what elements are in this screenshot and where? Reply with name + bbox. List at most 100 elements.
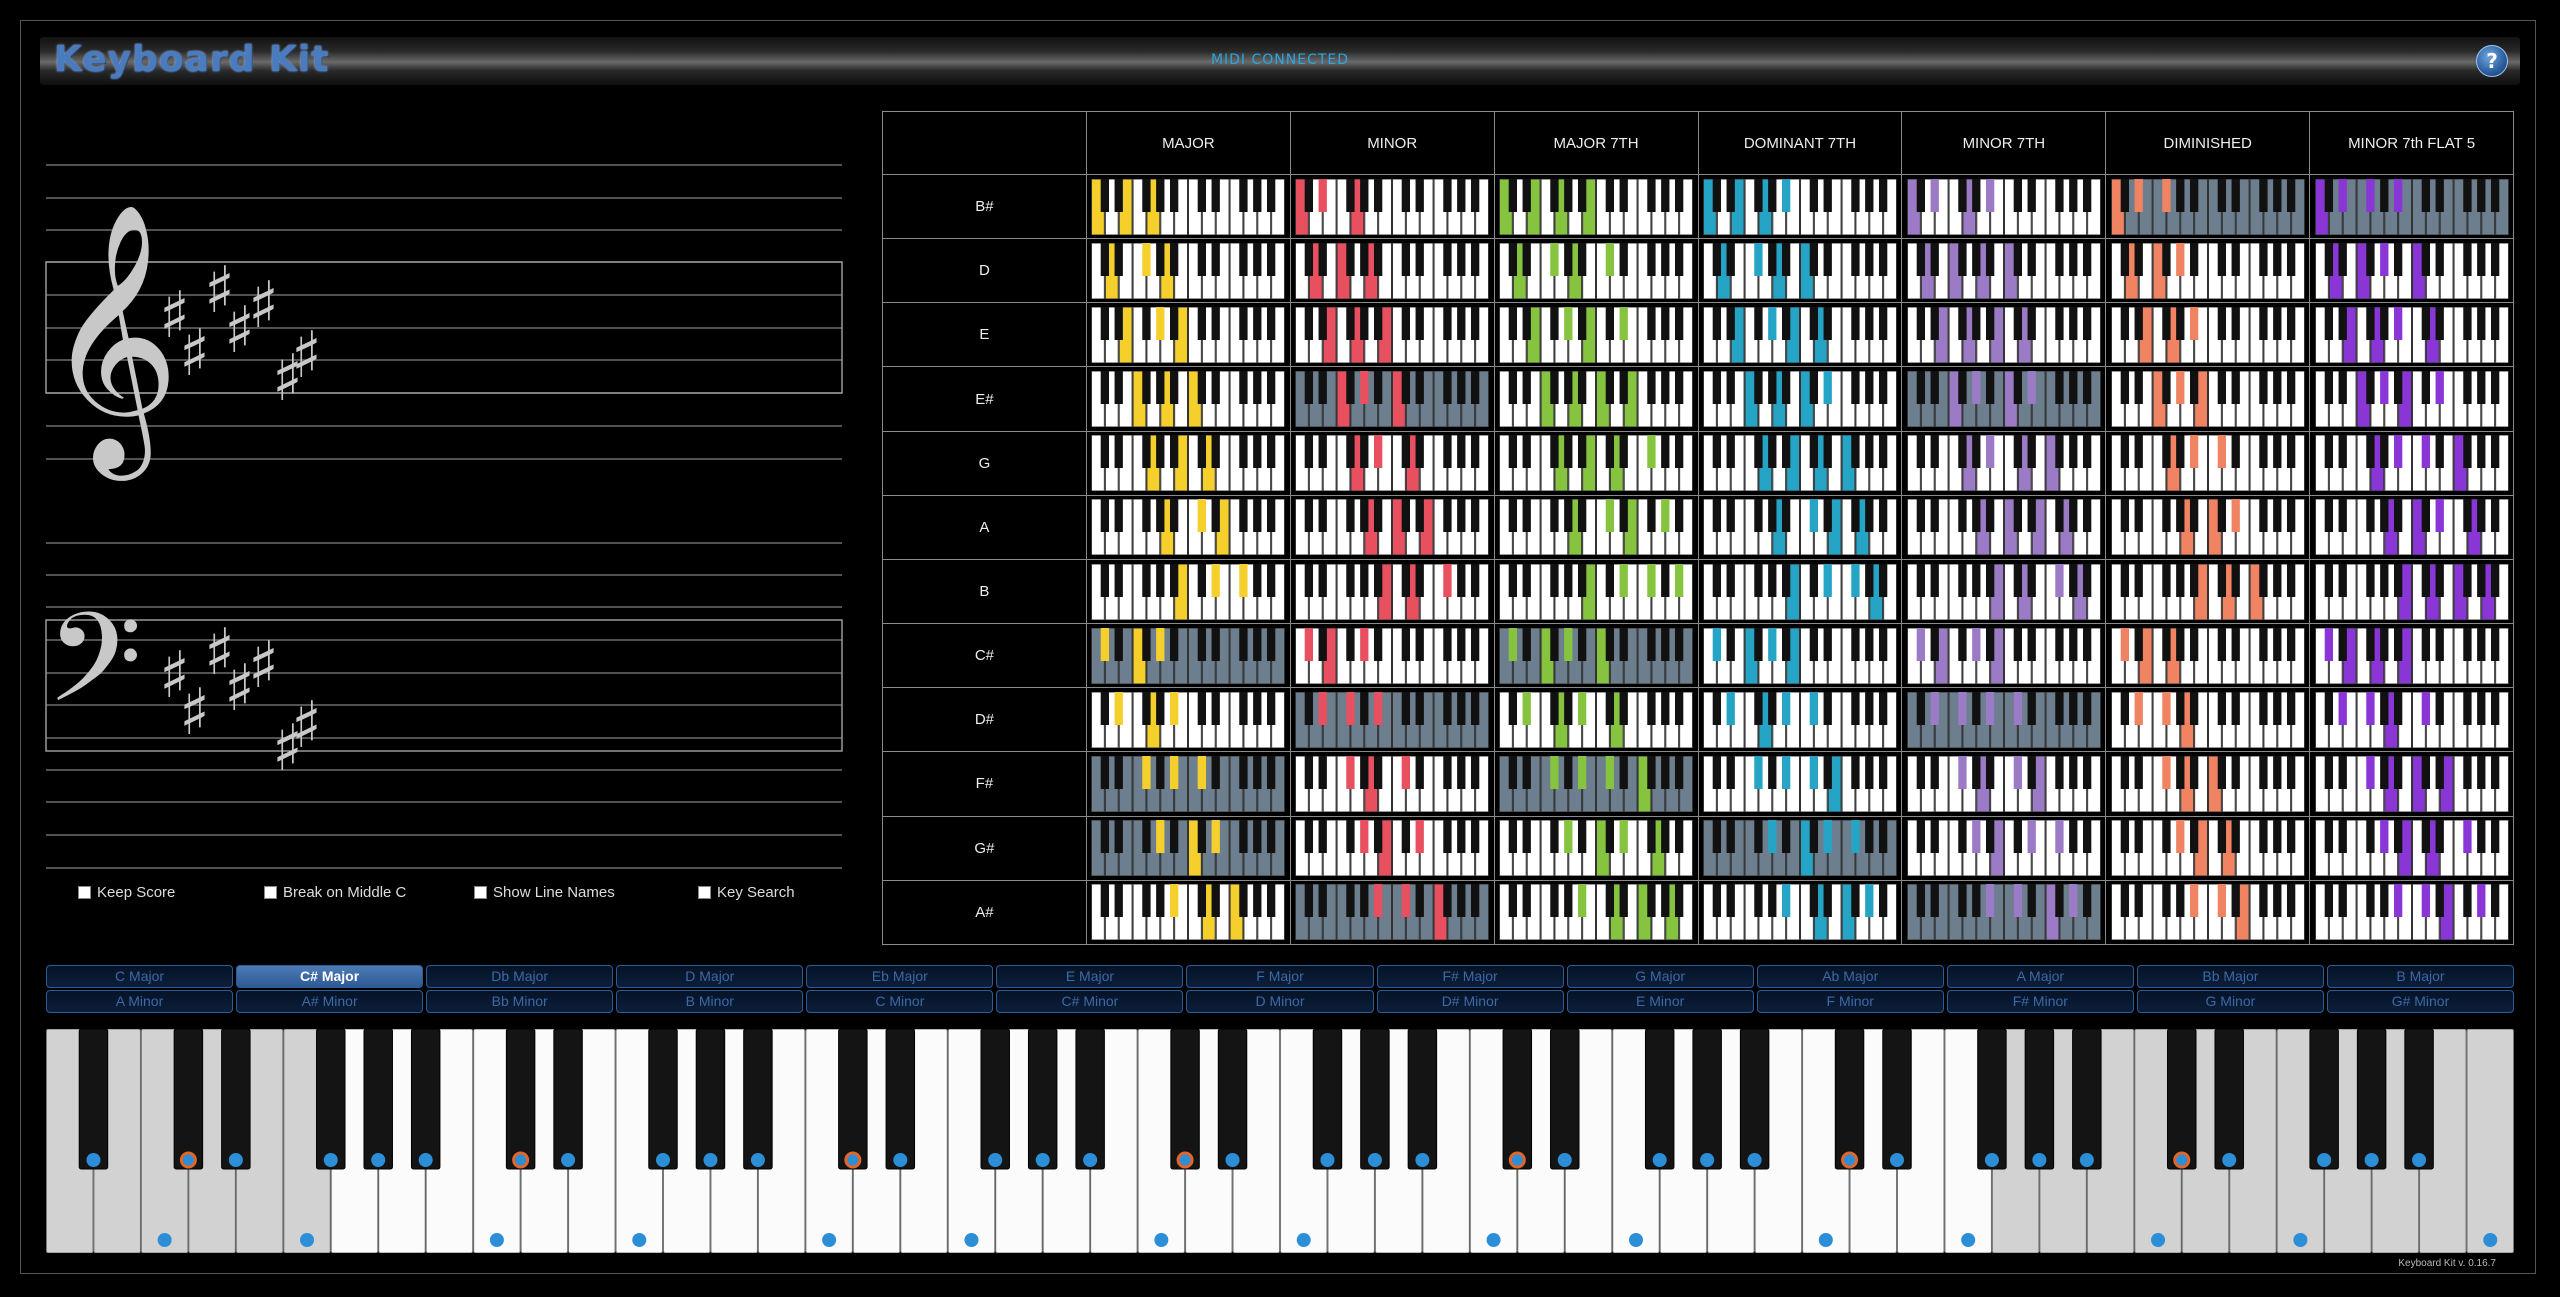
chord-diagram-cell[interactable] (1697, 238, 1903, 304)
chord-diagram-cell[interactable] (1085, 751, 1291, 817)
chord-diagram-cell[interactable] (1697, 430, 1903, 496)
key-button-c-sharp-minor[interactable]: C# Minor (996, 990, 1184, 1013)
chord-diagram-cell[interactable] (1901, 687, 2107, 753)
chord-diagram-cell[interactable] (1697, 815, 1903, 881)
black-key[interactable] (316, 1029, 346, 1170)
chord-diagram-cell[interactable] (1697, 558, 1903, 625)
key-button-b-major[interactable]: B Major (2326, 965, 2515, 988)
key-button-db-major[interactable]: Db Major (426, 965, 614, 988)
black-key[interactable] (221, 1029, 251, 1170)
chord-diagram-cell[interactable] (1085, 815, 1291, 881)
chord-diagram-cell[interactable] (1289, 558, 1495, 625)
chord-diagram-cell[interactable] (1289, 238, 1495, 304)
black-key[interactable] (743, 1029, 773, 1170)
black-key[interactable] (2024, 1029, 2055, 1170)
key-button-c-sharp-major[interactable]: C# Major (236, 965, 424, 988)
chord-diagram-cell[interactable] (1085, 558, 1291, 625)
chord-diagram-cell[interactable] (1085, 302, 1291, 368)
chord-diagram-cell[interactable] (2105, 751, 2311, 817)
chord-diagram-cell[interactable] (1085, 623, 1291, 689)
chord-diagram-cell[interactable] (1901, 558, 2107, 625)
chord-diagram-cell[interactable] (2309, 238, 2514, 304)
chord-diagram-cell[interactable] (2105, 494, 2311, 560)
key-button-g-sharp-minor[interactable]: G# Minor (2326, 990, 2515, 1013)
key-button-c-minor[interactable]: C Minor (806, 990, 994, 1013)
black-key[interactable] (1692, 1029, 1722, 1170)
key-search-option[interactable]: Key Search (698, 884, 795, 901)
chord-diagram-cell[interactable] (2309, 494, 2514, 560)
chord-diagram-cell[interactable] (1901, 430, 2107, 496)
chord-diagram-cell[interactable] (2309, 302, 2514, 368)
black-key[interactable] (2309, 1029, 2339, 1170)
key-button-a-sharp-minor[interactable]: A# Minor (236, 990, 424, 1013)
key-button-ab-major[interactable]: Ab Major (1756, 965, 1944, 988)
black-key[interactable] (1360, 1029, 1390, 1170)
chord-diagram-cell[interactable] (2105, 366, 2311, 432)
chord-diagram-cell[interactable] (1289, 430, 1495, 496)
break-middle-c-option[interactable]: Break on Middle C (264, 884, 406, 901)
chord-diagram-cell[interactable] (2105, 238, 2311, 304)
chord-diagram-cell[interactable] (2105, 430, 2311, 496)
black-key[interactable] (1502, 1029, 1533, 1170)
chord-diagram-cell[interactable] (1085, 430, 1291, 496)
black-key[interactable] (2214, 1029, 2244, 1170)
chord-diagram-cell[interactable] (1085, 238, 1291, 304)
chord-diagram-cell[interactable] (1697, 366, 1903, 432)
black-key[interactable] (410, 1029, 441, 1170)
black-key[interactable] (363, 1029, 393, 1170)
key-button-bb-minor[interactable]: Bb Minor (426, 990, 614, 1013)
black-key[interactable] (1170, 1029, 1200, 1170)
black-key[interactable] (1550, 1029, 1580, 1170)
chord-diagram-cell[interactable] (1697, 879, 1903, 946)
chord-diagram-cell[interactable] (2309, 623, 2514, 689)
chord-diagram-cell[interactable] (1493, 302, 1699, 368)
chord-diagram-cell[interactable] (1901, 623, 2107, 689)
black-key[interactable] (1644, 1029, 1675, 1170)
black-key[interactable] (2404, 1029, 2434, 1170)
key-button-bb-major[interactable]: Bb Major (2136, 965, 2324, 988)
white-key[interactable] (2466, 1029, 2514, 1253)
black-key[interactable] (1217, 1029, 1248, 1170)
key-button-d-sharp-minor[interactable]: D# Minor (1376, 990, 1564, 1013)
chord-diagram-cell[interactable] (2105, 558, 2311, 625)
chord-diagram-cell[interactable] (2105, 687, 2311, 753)
key-button-e-major[interactable]: E Major (996, 965, 1184, 988)
black-key[interactable] (553, 1029, 583, 1170)
chord-diagram-cell[interactable] (1493, 879, 1699, 946)
chord-diagram-cell[interactable] (1697, 751, 1903, 817)
chord-diagram-cell[interactable] (1289, 687, 1495, 753)
chord-diagram-cell[interactable] (1697, 173, 1903, 240)
key-button-a-major[interactable]: A Major (1946, 965, 2134, 988)
key-button-d-minor[interactable]: D Minor (1186, 990, 1374, 1013)
chord-diagram-cell[interactable] (2309, 173, 2514, 240)
black-key[interactable] (1407, 1029, 1438, 1170)
chord-diagram-cell[interactable] (1697, 687, 1903, 753)
help-button[interactable]: ? (2476, 45, 2508, 77)
chord-diagram-cell[interactable] (1085, 879, 1291, 946)
chord-diagram-cell[interactable] (1901, 238, 2107, 304)
black-key[interactable] (1977, 1029, 2007, 1170)
black-key[interactable] (2356, 1029, 2387, 1170)
chord-diagram-cell[interactable] (1085, 173, 1291, 240)
keep-score-option[interactable]: Keep Score (78, 884, 175, 901)
chord-diagram-cell[interactable] (1493, 173, 1699, 240)
show-line-names-checkbox[interactable] (474, 886, 487, 899)
key-search-checkbox[interactable] (698, 886, 711, 899)
key-button-a-minor[interactable]: A Minor (46, 990, 234, 1013)
chord-diagram-cell[interactable] (1493, 751, 1699, 817)
black-key[interactable] (505, 1029, 536, 1170)
chord-diagram-cell[interactable] (1493, 238, 1699, 304)
key-button-e-minor[interactable]: E Minor (1566, 990, 1754, 1013)
black-key[interactable] (695, 1029, 726, 1170)
black-key[interactable] (1312, 1029, 1343, 1170)
show-line-names-option[interactable]: Show Line Names (474, 884, 615, 901)
chord-diagram-cell[interactable] (1289, 623, 1495, 689)
chord-diagram-cell[interactable] (1085, 687, 1291, 753)
chord-diagram-cell[interactable] (1493, 494, 1699, 560)
key-button-c-major[interactable]: C Major (46, 965, 234, 988)
chord-diagram-cell[interactable] (1493, 430, 1699, 496)
chord-diagram-cell[interactable] (1901, 173, 2107, 240)
key-button-f-sharp-major[interactable]: F# Major (1376, 965, 1564, 988)
chord-diagram-cell[interactable] (2309, 687, 2514, 753)
black-key[interactable] (1739, 1029, 1770, 1170)
